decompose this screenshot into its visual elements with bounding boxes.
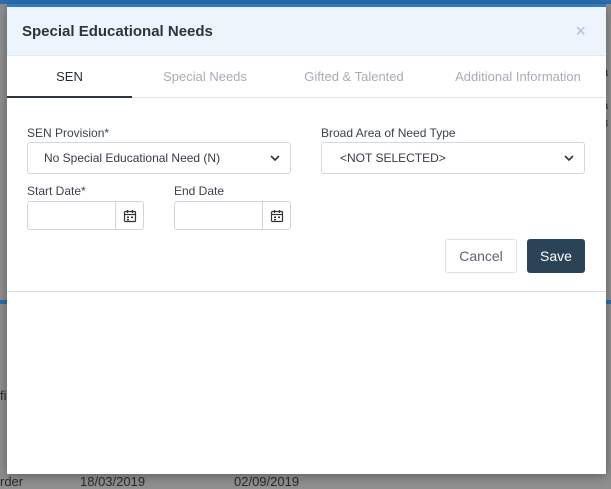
chevron-down-icon: [270, 155, 280, 162]
modal-divider: [7, 291, 606, 292]
start-date-value[interactable]: [28, 202, 115, 229]
end-date-label: End Date: [174, 184, 225, 198]
sen-modal: Special Educational Needs × SEN Special …: [7, 4, 606, 474]
need-type-label: Broad Area of Need Type: [321, 126, 456, 140]
calendar-icon[interactable]: [115, 202, 143, 229]
background-table-cell: rder: [0, 474, 24, 489]
tab-bar: SEN Special Needs Gifted & Talented Addi…: [7, 56, 606, 98]
end-date-field[interactable]: [174, 201, 291, 230]
background-text: fi: [0, 388, 7, 403]
start-date-field[interactable]: [27, 201, 144, 230]
background-table-cell: 18/03/2019: [80, 474, 146, 489]
tab-sen[interactable]: SEN: [7, 56, 132, 98]
background-table-cell: 02/09/2019: [234, 474, 300, 489]
close-icon[interactable]: ×: [575, 22, 586, 40]
cancel-button[interactable]: Cancel: [445, 239, 517, 273]
tab-special-needs[interactable]: Special Needs: [132, 56, 278, 97]
end-date-value[interactable]: [175, 202, 262, 229]
sen-form: SEN Provision* No Special Educational Ne…: [7, 98, 606, 285]
sen-provision-value: No Special Educational Need (N): [44, 151, 221, 165]
need-type-select[interactable]: <NOT SELECTED>: [321, 142, 585, 174]
tab-gifted-talented[interactable]: Gifted & Talented: [278, 56, 430, 97]
modal-title: Special Educational Needs: [22, 22, 213, 40]
sen-provision-label: SEN Provision*: [27, 126, 110, 140]
sen-provision-select[interactable]: No Special Educational Need (N): [27, 142, 291, 174]
need-type-value: <NOT SELECTED>: [340, 151, 446, 165]
calendar-icon[interactable]: [262, 202, 290, 229]
save-button[interactable]: Save: [527, 239, 585, 273]
modal-header: Special Educational Needs ×: [7, 7, 606, 56]
tab-additional-information[interactable]: Additional Information: [430, 56, 606, 97]
start-date-label: Start Date*: [27, 184, 86, 198]
chevron-down-icon: [564, 155, 574, 162]
